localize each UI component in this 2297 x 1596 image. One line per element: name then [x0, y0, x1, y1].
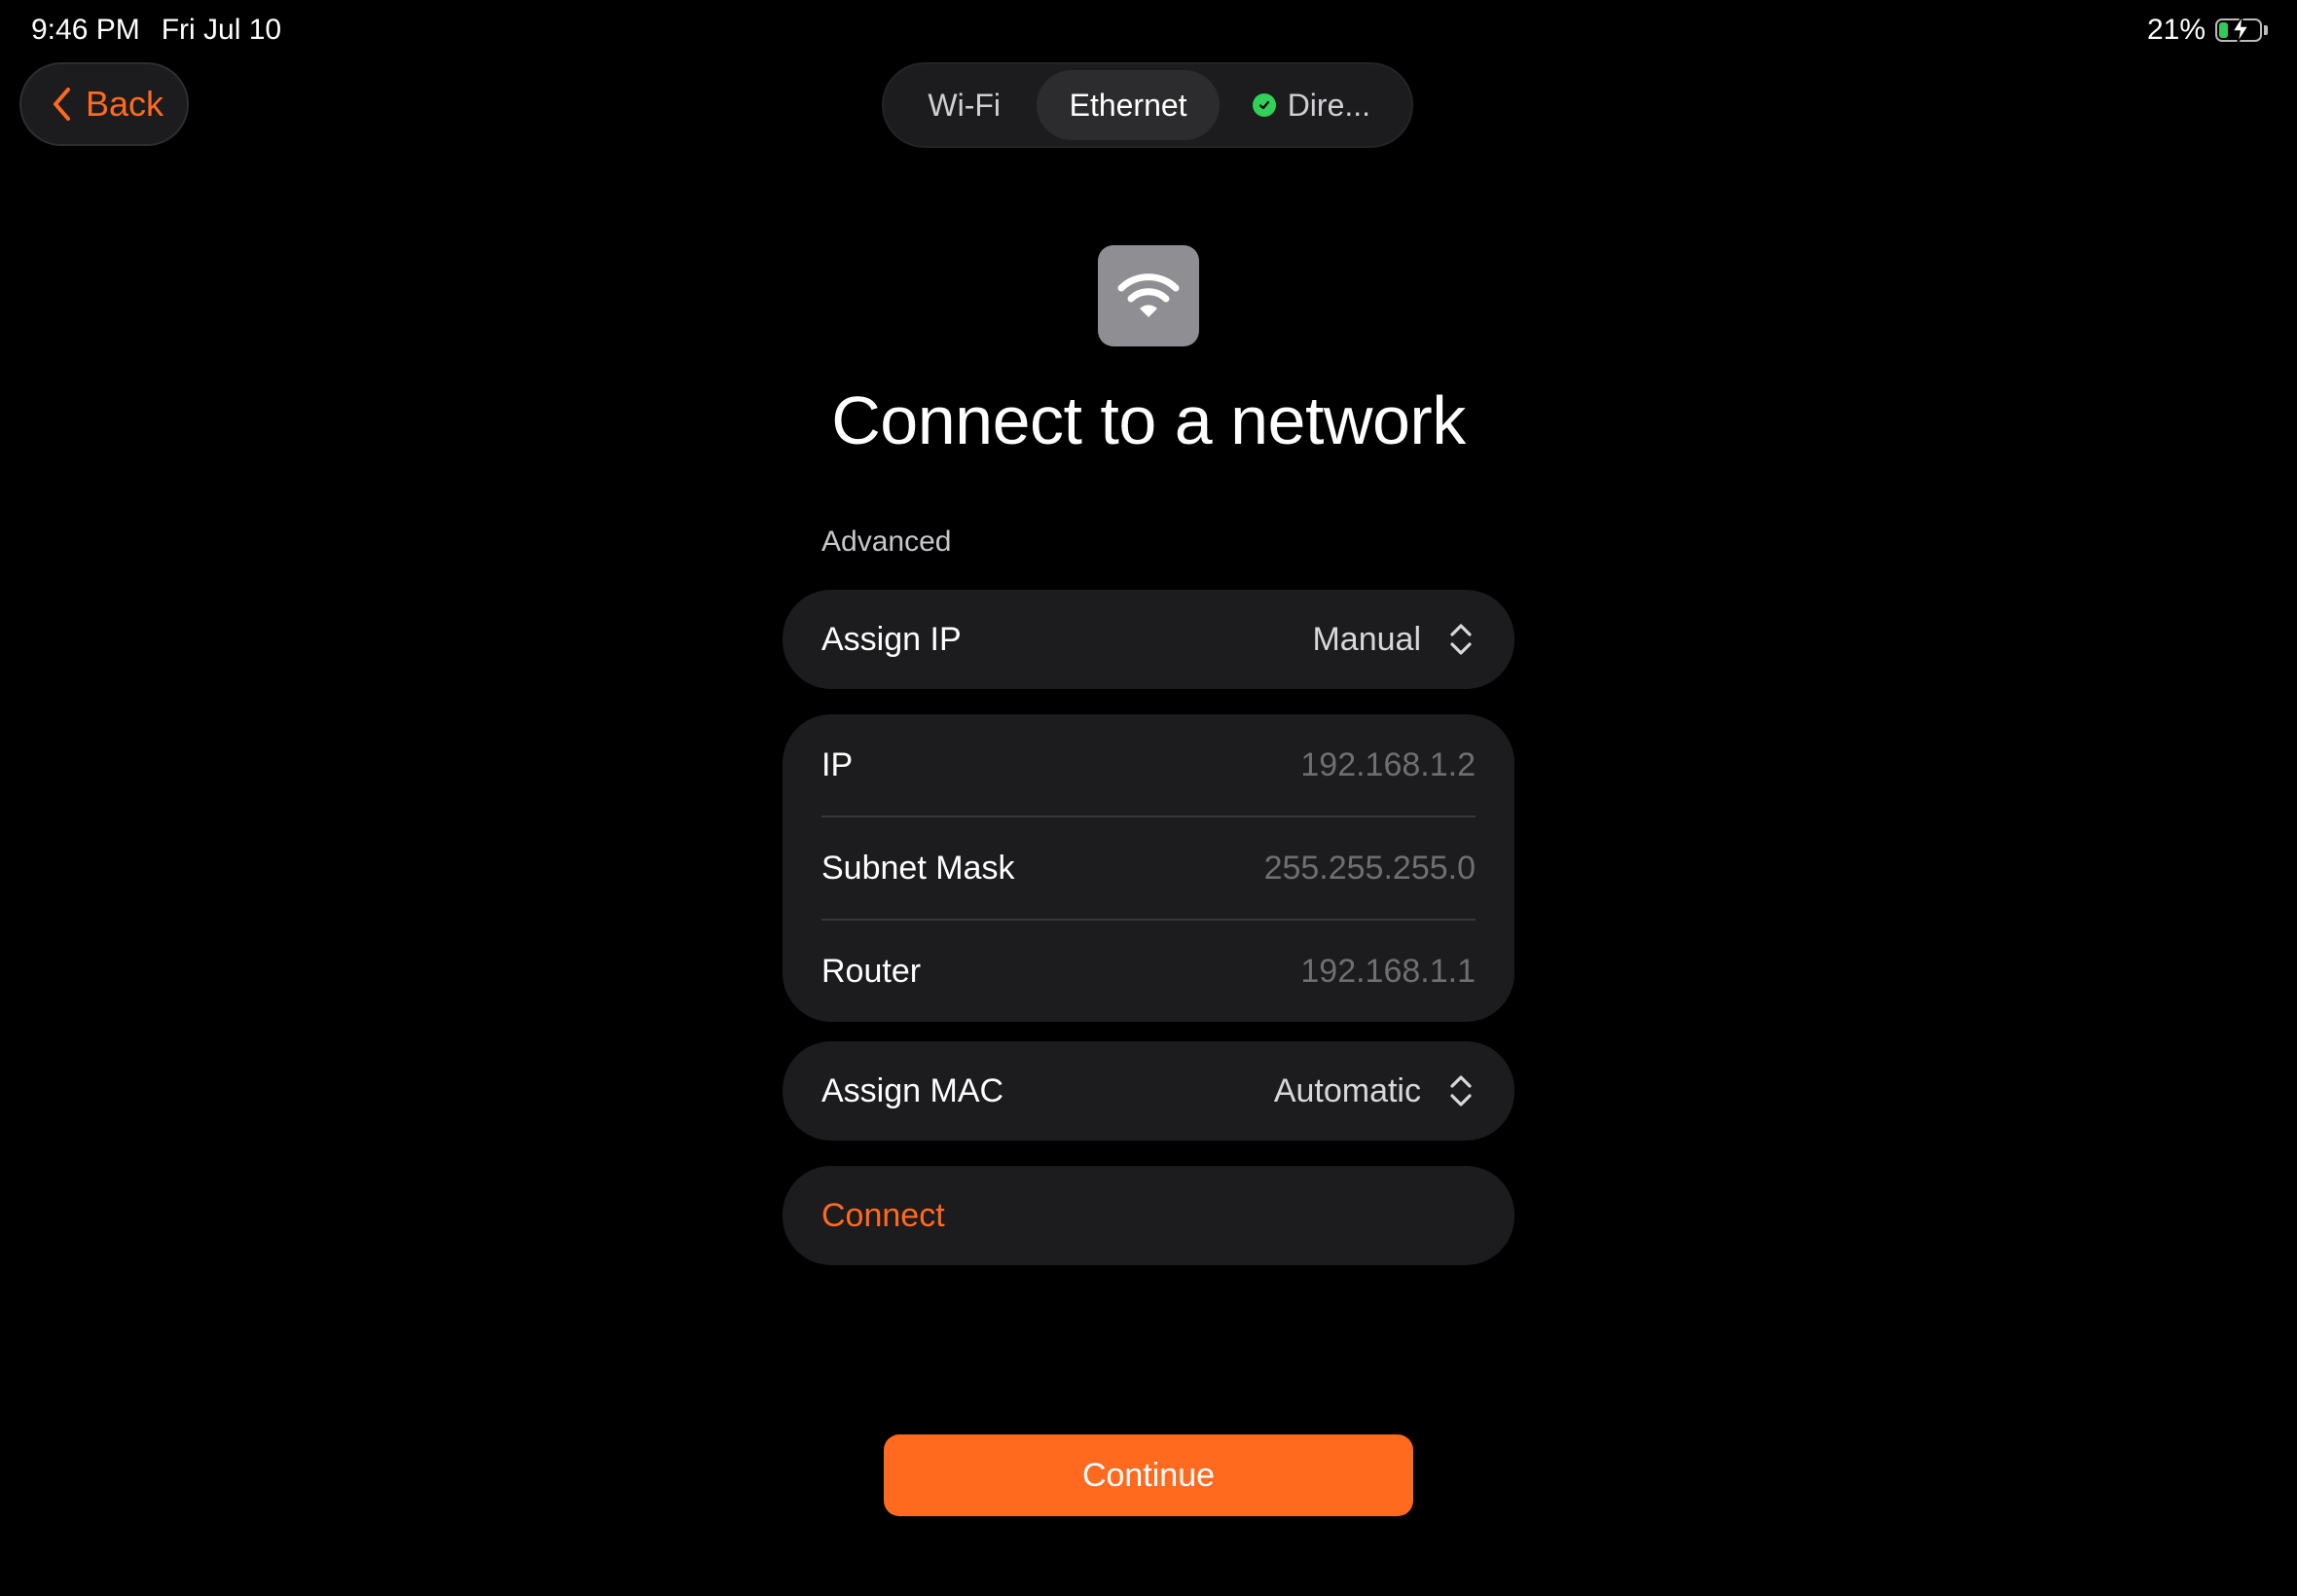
chevron-left-icon — [54, 88, 70, 121]
assign-mac-label: Assign MAC — [821, 1071, 1004, 1109]
back-button[interactable]: Back — [19, 62, 189, 146]
ip-label: IP — [821, 745, 854, 783]
section-label-advanced: Advanced — [821, 526, 952, 558]
subnet-mask-row[interactable]: Subnet Mask 255.255.255.0 — [783, 817, 1514, 919]
router-input[interactable]: 192.168.1.1 — [1300, 953, 1476, 991]
tab-wifi-label: Wi-Fi — [928, 87, 1002, 123]
ip-settings-card: IP 192.168.1.2 Subnet Mask 255.255.255.0… — [783, 714, 1514, 1022]
status-bar-left: 9:46 PM Fri Jul 10 — [31, 14, 281, 47]
connection-type-tabs: Wi-Fi Ethernet Dire... — [882, 62, 1413, 148]
assign-mac-row[interactable]: Assign MAC Automatic — [783, 1041, 1514, 1141]
battery-tip — [2264, 25, 2268, 35]
status-bar-right: 21% — [2147, 14, 2268, 47]
battery-icon — [2215, 15, 2262, 44]
assign-ip-card: Assign IP Manual — [783, 590, 1514, 689]
ip-row[interactable]: IP 192.168.1.2 — [783, 714, 1514, 816]
router-label: Router — [821, 952, 922, 990]
chevron-up-down-icon — [1450, 624, 1472, 655]
tab-ethernet-label: Ethernet — [1069, 87, 1187, 123]
router-row[interactable]: Router 192.168.1.1 — [783, 921, 1514, 1022]
battery-percent: 21% — [2146, 14, 2206, 46]
connect-label: Connect — [821, 1196, 945, 1234]
connect-card: Connect — [783, 1166, 1514, 1265]
tab-ethernet[interactable]: Ethernet — [1037, 70, 1220, 140]
subnet-mask-label: Subnet Mask — [821, 849, 1015, 887]
assign-ip-select[interactable]: Manual — [1312, 621, 1476, 659]
wifi-icon — [1098, 245, 1199, 346]
continue-button[interactable]: Continue — [884, 1434, 1413, 1516]
ip-input[interactable]: 192.168.1.2 — [1300, 746, 1476, 784]
status-date: Fri Jul 10 — [161, 14, 282, 46]
status-time: 9:46 PM — [31, 14, 140, 46]
assign-mac-select[interactable]: Automatic — [1274, 1072, 1476, 1110]
assign-ip-row[interactable]: Assign IP Manual — [783, 590, 1514, 689]
subnet-mask-input[interactable]: 255.255.255.0 — [1264, 850, 1476, 888]
assign-ip-label: Assign IP — [821, 620, 962, 658]
assign-mac-card: Assign MAC Automatic — [783, 1041, 1514, 1141]
checkmark-circle-icon — [1252, 93, 1276, 117]
page-title: Connect to a network — [831, 382, 1466, 458]
tab-direct[interactable]: Dire... — [1220, 70, 1404, 140]
assign-ip-value: Manual — [1312, 620, 1421, 658]
connect-button[interactable]: Connect — [783, 1166, 1514, 1265]
assign-mac-value: Automatic — [1273, 1071, 1421, 1109]
tab-wifi[interactable]: Wi-Fi — [892, 70, 1037, 140]
back-label: Back — [86, 84, 164, 124]
tab-direct-label: Dire... — [1287, 87, 1371, 123]
chevron-up-down-icon — [1450, 1075, 1472, 1106]
continue-label: Continue — [1081, 1456, 1216, 1494]
